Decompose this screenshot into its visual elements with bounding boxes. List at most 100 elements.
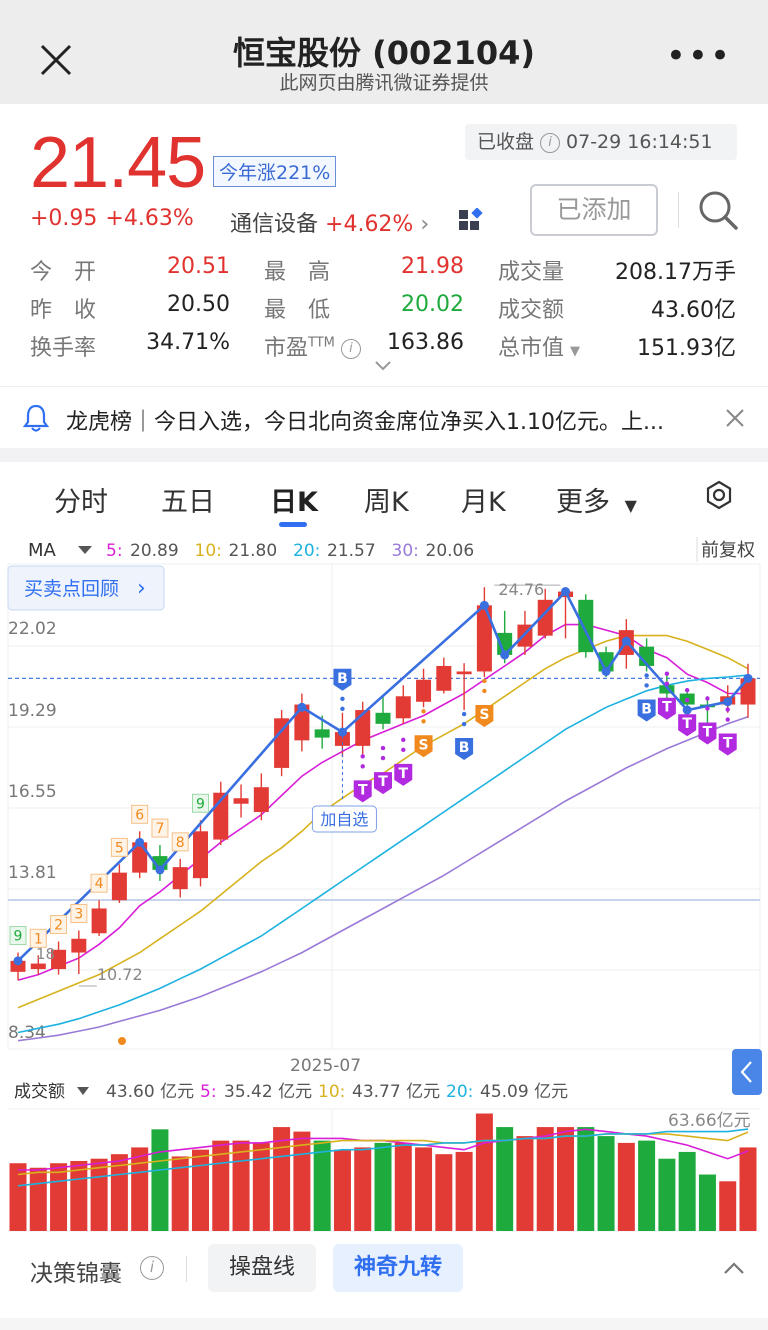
signal-dot [725, 717, 730, 722]
y-tick-label: 19.29 [8, 701, 57, 721]
volume-bar[interactable] [313, 1140, 331, 1231]
zigzag-point [155, 865, 165, 875]
volume-bar[interactable] [698, 1174, 716, 1231]
signal-dot [380, 755, 386, 761]
zigzag-point [337, 727, 347, 737]
candle-body[interactable] [456, 671, 472, 675]
volume-bar[interactable] [536, 1127, 554, 1231]
volume-bar[interactable] [192, 1149, 209, 1231]
volume-bar[interactable] [435, 1154, 453, 1231]
signal-label: T [378, 774, 388, 790]
change-percent: +4.63% [105, 206, 194, 231]
volume-bar[interactable] [333, 1149, 351, 1231]
tab-monthly-k[interactable]: 月K [461, 480, 506, 519]
nine-turn-number: 7 [155, 821, 164, 837]
chevron-right-icon: › [420, 212, 430, 237]
info-icon[interactable]: i [540, 132, 561, 153]
caret-down-icon[interactable]: ▼ [570, 344, 580, 359]
kline-chart[interactable]: MA 5: 20.89 10: 21.80 20: 21.57 30: 20.06 前复权 22.0… [0, 534, 768, 1236]
volume-bar[interactable] [496, 1127, 514, 1231]
industry-link[interactable]: 通信设备 +4.62% › [230, 206, 429, 238]
ytd-badge: 今年涨221% [213, 156, 337, 187]
candle-body[interactable] [253, 787, 269, 813]
kline-svg[interactable]: MA 5: 20.89 10: 21.80 20: 21.57 30: 20.06 前复权 22.0… [0, 534, 768, 1236]
volume-bar[interactable] [475, 1113, 493, 1231]
tab-daily-k[interactable]: 日K [270, 480, 318, 519]
stats-row: 昨 收 20.50 最 低 20.02 成交额 43.60亿 [30, 288, 740, 326]
stats-table: 今 开 20.51 最 高 21.98 成交量 208.17万手昨 收 20.50 最 低 20… [30, 250, 740, 364]
active-tab-indicator [279, 522, 307, 527]
volume-bar[interactable] [50, 1163, 68, 1231]
volume-bar[interactable] [90, 1158, 108, 1231]
volume-bar[interactable] [455, 1151, 473, 1231]
zigzag-point [135, 837, 145, 847]
signal-dot [340, 706, 345, 712]
strategy-kit-label[interactable]: 决策锦囊 [30, 1254, 122, 1288]
volume-bar[interactable] [232, 1140, 250, 1231]
chevron-up-icon[interactable] [722, 1260, 746, 1276]
ma-legend-value: 20.06 [426, 541, 475, 561]
signal-dot [644, 673, 649, 678]
candle-body[interactable] [71, 938, 87, 953]
volume-legend-value: 43.60 亿元 [106, 1082, 194, 1102]
candle-body[interactable] [395, 696, 411, 719]
candle-body[interactable] [91, 908, 107, 934]
tab-intraday[interactable]: 分时 [54, 480, 108, 519]
volume-bar[interactable] [557, 1127, 574, 1231]
volume-bar[interactable] [374, 1142, 392, 1231]
volume-bar[interactable] [739, 1147, 757, 1231]
volume-bar[interactable] [719, 1181, 737, 1231]
change-value: +0.95 [30, 206, 98, 231]
candle-body[interactable] [375, 712, 391, 724]
volume-bar[interactable] [638, 1140, 656, 1231]
candle-body[interactable] [233, 798, 249, 804]
volume-bar[interactable] [151, 1129, 169, 1231]
high-label: 24.76 [498, 580, 544, 599]
candle-body[interactable] [193, 831, 208, 879]
candle-body[interactable] [416, 679, 432, 702]
tab-more-label: 更多 [556, 487, 610, 518]
volume-bar[interactable] [678, 1151, 696, 1231]
volume-bar[interactable] [394, 1142, 412, 1231]
caret-down-icon[interactable] [77, 1087, 89, 1095]
info-icon[interactable]: i [340, 339, 361, 359]
volume-bar[interactable] [29, 1167, 47, 1231]
volume-bar[interactable] [354, 1147, 372, 1231]
volume-bar[interactable] [415, 1147, 433, 1231]
tab-weekly-k[interactable]: 周K [364, 480, 409, 519]
tab-five-day[interactable]: 五日 [161, 480, 215, 519]
candle-body[interactable] [111, 872, 127, 901]
more-menu-button[interactable]: ••• [666, 39, 732, 73]
candle-body[interactable] [30, 963, 46, 970]
volume-bar[interactable] [577, 1127, 595, 1231]
close-notice-icon[interactable] [724, 407, 746, 429]
signal-label: T [662, 700, 672, 716]
search-icon[interactable] [696, 188, 740, 232]
nine-turn-number: 3 [74, 907, 83, 923]
tab-more[interactable]: 更多 ▼ [556, 480, 637, 519]
volume-bar[interactable] [273, 1127, 291, 1231]
volume-bar[interactable] [658, 1158, 676, 1231]
signal-label: B [459, 740, 470, 756]
stat-label: 今 开 [30, 260, 97, 285]
nine-turn-button[interactable]: 神奇九转 [333, 1244, 463, 1292]
added-watchlist-button[interactable]: 已添加 [530, 184, 658, 236]
volume-bar[interactable] [597, 1136, 615, 1231]
volume-bar[interactable] [131, 1147, 149, 1231]
partial-price-label: 18 [36, 945, 55, 963]
notice-bar[interactable]: 龙虎榜｜今日入选，今日北向资金席位净买入1.10亿元。上... [0, 386, 768, 448]
collapse-handle[interactable] [732, 1049, 762, 1095]
volume-bar[interactable] [617, 1142, 635, 1231]
nine-turn-number: 8 [176, 835, 185, 851]
info-icon[interactable]: i [140, 1256, 164, 1280]
chevron-down-icon[interactable] [374, 360, 392, 372]
trading-line-button[interactable]: 操盘线 [208, 1244, 316, 1292]
candle-body[interactable] [314, 729, 330, 738]
ma10-line [17, 634, 749, 1009]
candle-body[interactable] [436, 665, 452, 691]
candle-body[interactable] [172, 867, 188, 890]
volume-bar[interactable] [516, 1136, 534, 1231]
volume-bar[interactable] [252, 1142, 270, 1231]
settings-icon[interactable] [704, 480, 734, 510]
sector-grid-icon[interactable] [458, 208, 484, 232]
